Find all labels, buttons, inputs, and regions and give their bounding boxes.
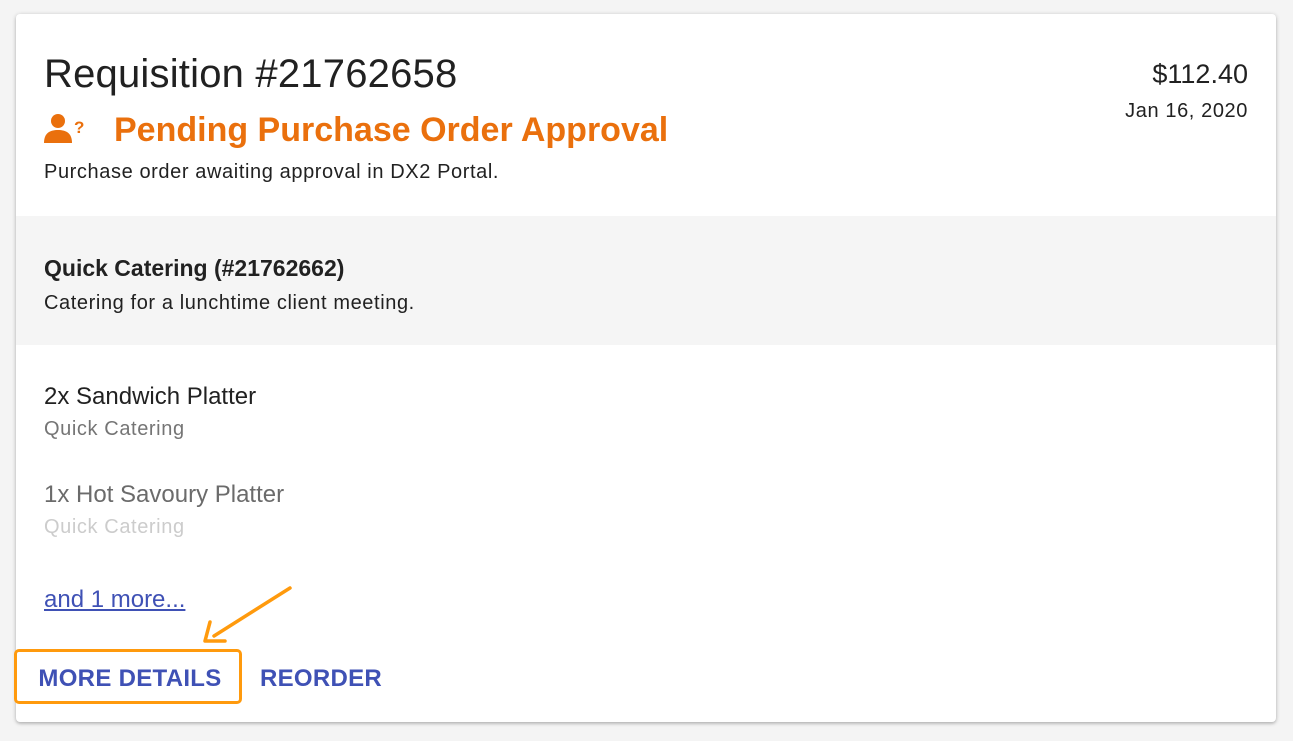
highlight-box [14,649,242,704]
person-question-icon: ? [44,113,88,147]
list-item: 2x Sandwich Platter Quick Catering [44,382,256,441]
reorder-button[interactable]: REORDER [255,654,387,704]
item-name: 1x Hot Savoury Platter [44,481,285,508]
item-supplier: Quick Catering [44,418,185,440]
status-description: Purchase order awaiting approval in DX2 … [44,161,500,183]
supplier-name: Quick Catering (#21762662) [44,255,345,281]
list-item: 1x Hot Savoury Platter Quick Catering [44,480,284,539]
requisition-title: Requisition #21762658 [44,52,458,96]
svg-text:?: ? [74,118,84,137]
line-items-list: 2x Sandwich Platter Quick Catering 1x Ho… [16,345,1276,605]
status-label: Pending Purchase Order Approval [114,111,669,149]
card-header: Requisition #21762658 ? Pending Purchase… [16,14,1276,216]
more-items-link[interactable]: and 1 more... [44,586,185,614]
requisition-date: Jan 16, 2020 [1125,100,1248,122]
status-row: ? Pending Purchase Order Approval [44,110,668,150]
supplier-description: Catering for a lunchtime client meeting. [44,292,415,314]
item-supplier: Quick Catering [44,516,185,538]
item-name: 2x Sandwich Platter [44,383,257,410]
supplier-section: Quick Catering (#21762662) Catering for … [16,216,1276,345]
requisition-amount: $112.40 [1152,59,1248,89]
requisition-card: Requisition #21762658 ? Pending Purchase… [16,14,1276,722]
